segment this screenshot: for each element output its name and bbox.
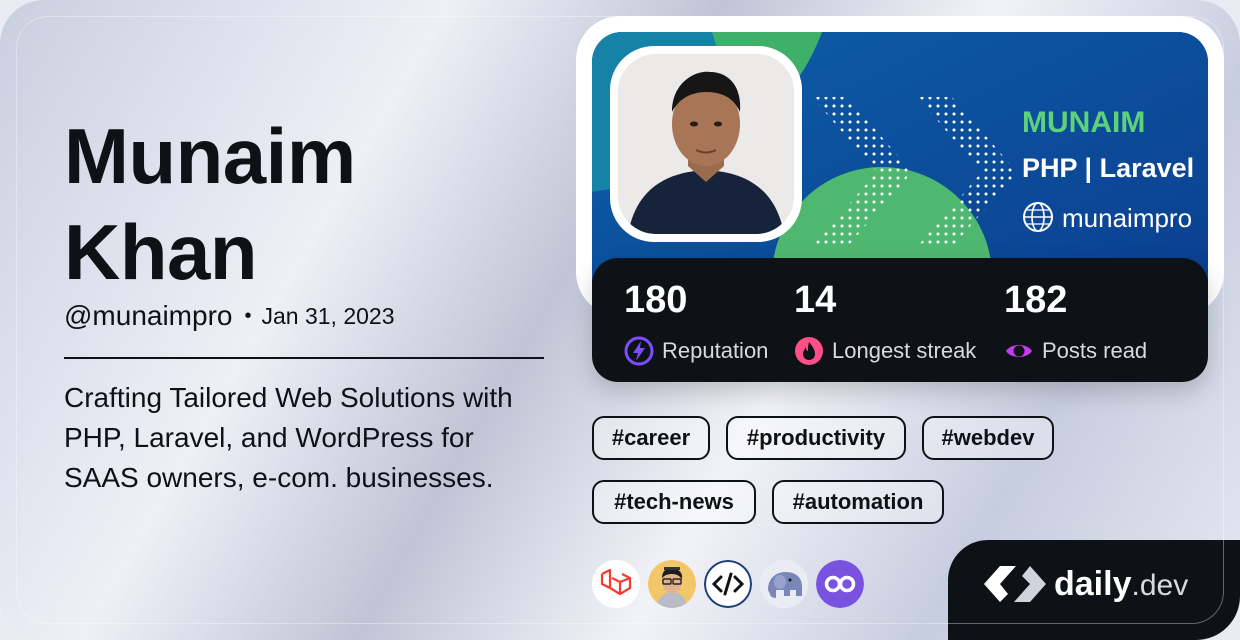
tag-automation[interactable]: #automation (772, 480, 944, 524)
infinity-icon[interactable] (816, 560, 864, 608)
stat-reputation: 180 Reputation (624, 278, 768, 366)
cover-headline: MUNAIM (1022, 106, 1145, 139)
profile-meta: @munaimpro • Jan 31, 2023 (64, 300, 395, 332)
cover-site: munaimpro (1062, 203, 1192, 233)
daily-dev-brand: daily.dev (948, 540, 1240, 640)
divider (64, 357, 544, 359)
tag-career[interactable]: #career (592, 416, 710, 460)
daily-dev-wordmark: daily.dev (1054, 562, 1188, 608)
profile-name: Munaim Khan (64, 108, 356, 300)
stat-streak: 14 Longest streak (794, 278, 976, 366)
php-elephant-icon[interactable] (760, 560, 808, 608)
first-name: Munaim (64, 112, 356, 200)
brand-tld: .dev (1131, 569, 1189, 602)
flame-icon (795, 337, 823, 365)
laravel-icon[interactable] (592, 560, 640, 608)
avatar-photo (618, 54, 794, 234)
tag-tech-news[interactable]: #tech-news (592, 480, 756, 524)
lightning-icon (624, 336, 654, 366)
profile-bio: Crafting Tailored Web Solutions with PHP… (64, 382, 513, 493)
stat-label: Posts read (1042, 338, 1148, 363)
cover-subline: PHP | Laravel (1022, 153, 1194, 183)
brand-name: daily (1054, 565, 1132, 603)
developer-avatar-icon[interactable] (648, 560, 696, 608)
stat-posts-read: 182 Posts read (1004, 278, 1147, 366)
stat-value: 182 (1004, 279, 1068, 321)
stat-value: 14 (794, 279, 837, 321)
meta-separator: • (244, 304, 252, 327)
join-date: Jan 31, 2023 (261, 302, 395, 329)
daily-dev-logo-icon (984, 566, 1046, 602)
avatar (618, 54, 794, 234)
tag-productivity[interactable]: #productivity (726, 416, 906, 460)
code-icon[interactable] (704, 560, 752, 608)
tag-webdev[interactable]: #webdev (922, 416, 1054, 460)
profile-card: Munaim Khan @munaimpro • Jan 31, 2023 Cr… (0, 0, 1240, 640)
stats-panel: 180 Reputation 14 Longest streak 182 Pos… (592, 258, 1208, 382)
stat-value: 180 (624, 279, 688, 321)
username-handle: @munaimpro (64, 300, 233, 331)
stat-label: Longest streak (832, 338, 977, 363)
last-name: Khan (64, 208, 257, 296)
stat-label: Reputation (662, 338, 769, 363)
eye-icon (1006, 345, 1032, 357)
